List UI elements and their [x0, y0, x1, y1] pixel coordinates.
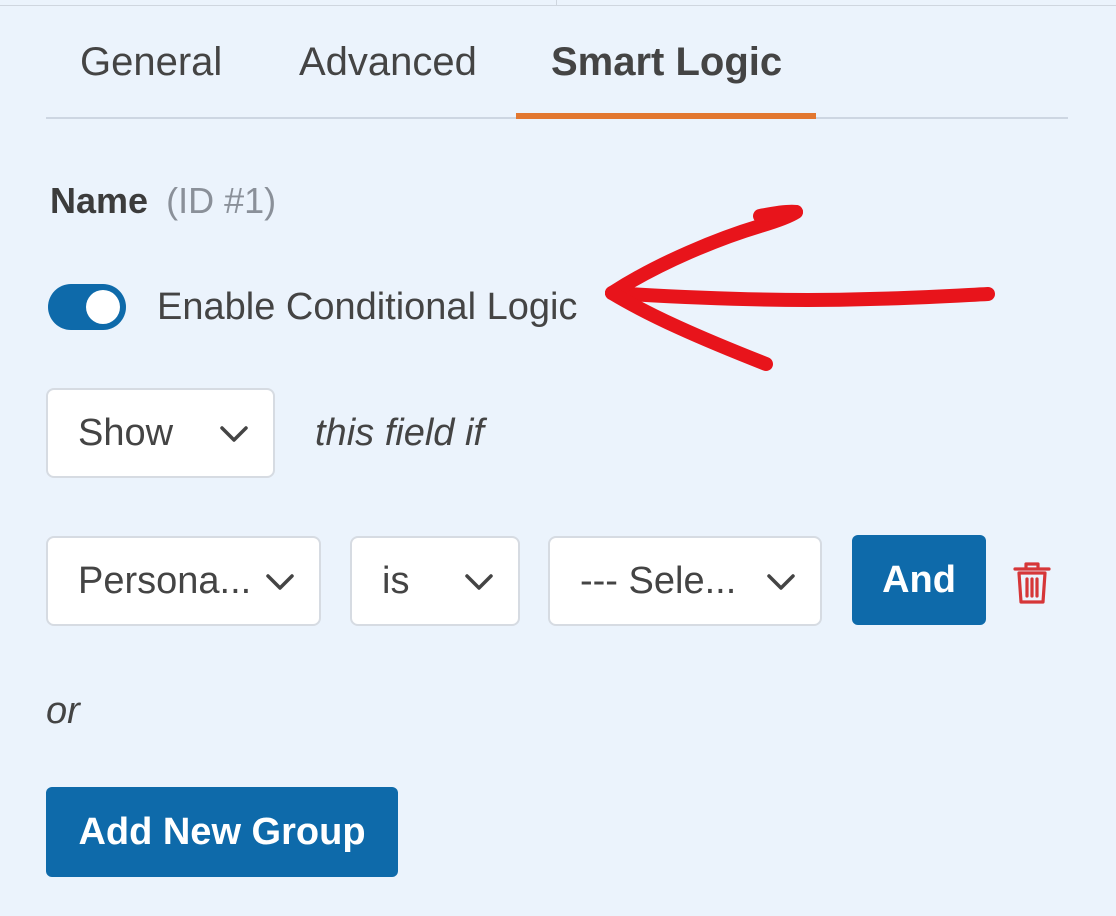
rule-value-select[interactable]: --- Sele... [548, 536, 822, 626]
rule-operator-select[interactable]: is [350, 536, 520, 626]
toggle-label: Enable Conditional Logic [157, 286, 578, 328]
chevron-down-icon [220, 426, 248, 442]
tab-bar: General Advanced Smart Logic [46, 0, 1068, 119]
red-arrow-annotation [605, 204, 995, 371]
field-id-label: (ID #1) [166, 180, 277, 221]
field-name-label: Name [50, 180, 149, 221]
action-select-value: Show [78, 412, 174, 454]
conditional-logic-toggle[interactable] [48, 284, 126, 330]
chevron-down-icon [465, 574, 493, 590]
field-heading: Name (ID #1) [50, 180, 276, 222]
or-separator-text: or [46, 690, 80, 732]
chevron-down-icon [266, 574, 294, 590]
chevron-down-icon [767, 574, 795, 590]
tab-advanced[interactable]: Advanced [299, 40, 477, 85]
tab-general[interactable]: General [80, 40, 222, 85]
action-select[interactable]: Show [46, 388, 275, 478]
and-button[interactable]: And [852, 535, 986, 625]
rule-value-value: --- Sele... [580, 560, 737, 602]
toggle-knob [86, 290, 120, 324]
tab-smart-logic[interactable]: Smart Logic [551, 40, 782, 85]
active-tab-indicator [516, 113, 816, 119]
rule-field-value: Persona... [78, 560, 252, 602]
trash-icon[interactable] [1012, 562, 1052, 604]
rule-field-select[interactable]: Persona... [46, 536, 321, 626]
action-suffix-text: this field if [315, 412, 484, 454]
rule-operator-value: is [382, 560, 410, 602]
add-new-group-button[interactable]: Add New Group [46, 787, 398, 877]
